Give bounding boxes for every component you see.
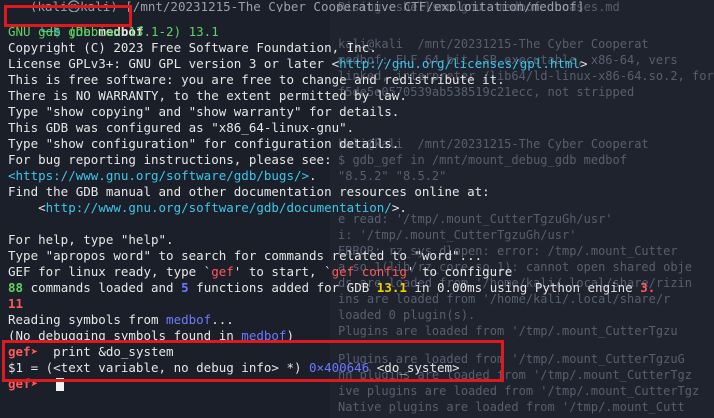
configured-line: This GDB was configured as "x86_64-linux…	[8, 120, 355, 135]
result-highlight-box	[2, 340, 504, 382]
bug-reporting-line: For bug reporting instructions, please s…	[8, 152, 332, 167]
reading-symbols-line: Reading symbols from medbof...	[8, 312, 234, 327]
python-version-major: 3.	[640, 280, 656, 295]
bugs-url-line: <https://www.gnu.org/software/gdb/bugs/>…	[8, 168, 317, 183]
copyright-line: Copyright (C) 2023 Free Software Foundat…	[8, 40, 377, 55]
python-version-minor: 11	[8, 296, 24, 311]
doc-url[interactable]: http://www.gnu.org/software/gdb/document…	[46, 200, 392, 215]
license-line: License GPLv3+: GNU GPL version 3 or lat…	[8, 56, 588, 71]
apropos-line: Type "apropos word" to search for comman…	[8, 248, 483, 263]
license-url[interactable]: http://gnu.org/licenses/gpl.html	[339, 56, 580, 71]
terminal-window[interactable]: (kali㉿kali)-[/mnt/20231215-The Cyber Coo…	[0, 0, 714, 418]
gef-ready-line: GEF for linux ready, type `gef' to start…	[8, 264, 513, 279]
functions-count: 5	[181, 280, 189, 295]
bugs-url[interactable]: <https://www.gnu.org/software/gdb/bugs/>	[8, 168, 309, 183]
gef-keyword: gef	[211, 264, 234, 279]
manual-line: Find the GDB manual and other documentat…	[8, 184, 490, 199]
command-highlight-box	[4, 5, 132, 27]
show-configuration-line: Type "show configuration" for configurat…	[8, 136, 400, 151]
doc-url-line: <http://www.gnu.org/software/gdb/documen…	[8, 200, 407, 215]
warranty-line: There is NO WARRANTY, to the extent perm…	[8, 88, 407, 103]
show-copying-line: Type "show copying" and "show warranty" …	[8, 104, 400, 119]
gdb-version-number: 13.1	[376, 280, 407, 295]
free-software-line: This is free software: you are free to c…	[8, 72, 505, 87]
gef-config-keyword: gef config	[331, 264, 407, 279]
reading-symbols-file: medbof	[166, 312, 212, 327]
help-line: For help, type "help".	[8, 232, 174, 247]
commands-count: 88	[8, 280, 24, 295]
gef-commands-line: 88 commands loaded and 5 functions added…	[8, 280, 656, 295]
